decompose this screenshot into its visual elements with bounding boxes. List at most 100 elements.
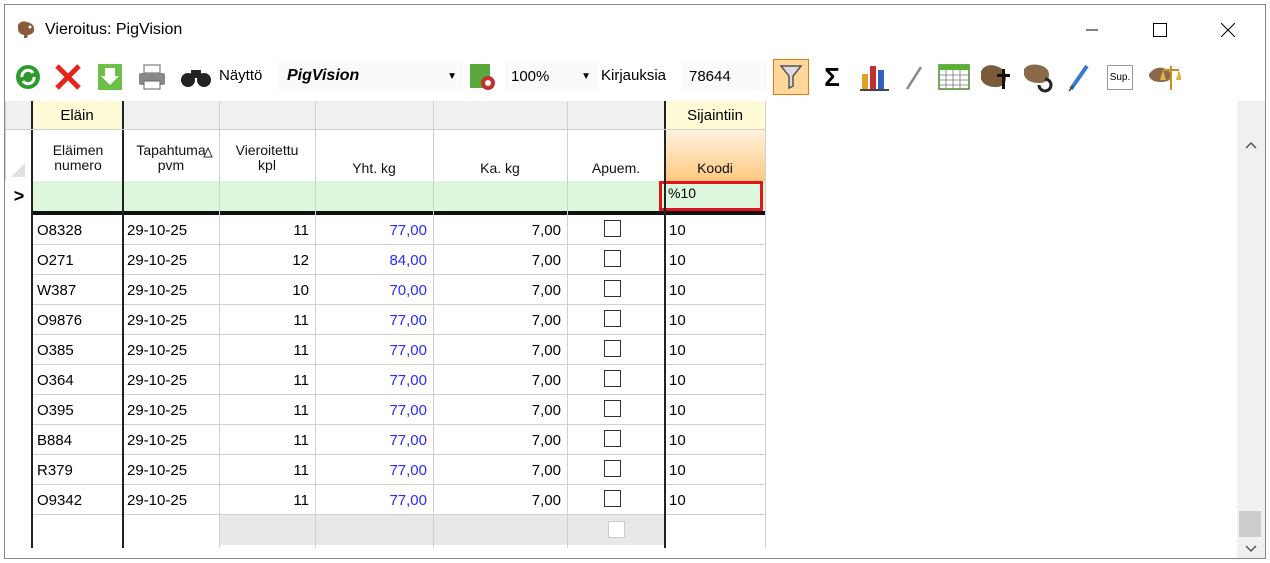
- cell-kpl[interactable]: 11: [219, 305, 315, 335]
- cell-koodi[interactable]: 10: [665, 275, 765, 305]
- filter-cell-yht[interactable]: [315, 181, 433, 211]
- apuem-checkbox[interactable]: [604, 220, 621, 237]
- cell-kpl[interactable]: 11: [219, 215, 315, 245]
- cell-yht-kg[interactable]: 77,00: [315, 365, 433, 395]
- cell-yht-kg[interactable]: 77,00: [315, 335, 433, 365]
- cell-ka-kg[interactable]: 7,00: [433, 485, 567, 515]
- cell-yht-kg[interactable]: 77,00: [315, 455, 433, 485]
- apuem-checkbox[interactable]: [604, 400, 621, 417]
- cell-kpl[interactable]: 10: [219, 275, 315, 305]
- scrollbar-thumb[interactable]: [1239, 511, 1261, 537]
- minimize-button[interactable]: [1068, 5, 1116, 55]
- cell-ka-kg[interactable]: 7,00: [433, 335, 567, 365]
- cell-pvm[interactable]: 29-10-25: [123, 395, 219, 425]
- maximize-button[interactable]: [1136, 5, 1184, 55]
- cell-koodi[interactable]: 10: [665, 335, 765, 365]
- binoculars-button[interactable]: [177, 59, 215, 95]
- cell-koodi[interactable]: 10: [665, 485, 765, 515]
- cell-numero[interactable]: O9876: [33, 305, 123, 335]
- cell-ka-kg[interactable]: 7,00: [433, 275, 567, 305]
- cell-numero[interactable]: O395: [33, 395, 123, 425]
- cell-pvm[interactable]: 29-10-25: [123, 305, 219, 335]
- cell-koodi[interactable]: 10: [665, 425, 765, 455]
- tools-button[interactable]: [901, 59, 929, 95]
- cell-kpl[interactable]: 11: [219, 425, 315, 455]
- cell-pvm[interactable]: 29-10-25: [123, 455, 219, 485]
- cell-numero[interactable]: W387: [33, 275, 123, 305]
- cell-yht-kg[interactable]: 77,00: [315, 395, 433, 425]
- pig-add-button[interactable]: [977, 59, 1015, 95]
- cell-pvm[interactable]: 29-10-25: [123, 335, 219, 365]
- cell-numero[interactable]: O385: [33, 335, 123, 365]
- cell-pvm[interactable]: 29-10-25: [123, 365, 219, 395]
- filter-cell-ka[interactable]: [433, 181, 567, 211]
- cell-koodi[interactable]: 10: [665, 395, 765, 425]
- cell-kpl[interactable]: 11: [219, 395, 315, 425]
- cell-pvm[interactable]: 29-10-25: [123, 485, 219, 515]
- filter-cell-pvm[interactable]: [123, 181, 219, 211]
- filter-cell-kpl[interactable]: [219, 181, 315, 211]
- pig-refresh-button[interactable]: [1019, 59, 1059, 95]
- column-header-koodi[interactable]: Koodi: [665, 161, 765, 176]
- cell-kpl[interactable]: 11: [219, 455, 315, 485]
- cell-yht-kg[interactable]: 77,00: [315, 215, 433, 245]
- calendar-button[interactable]: [935, 59, 973, 95]
- column-header-vieroitettu-kpl[interactable]: Vieroitettu kpl: [219, 143, 315, 173]
- cell-numero[interactable]: O364: [33, 365, 123, 395]
- cell-yht-kg[interactable]: 77,00: [315, 425, 433, 455]
- weigh-button[interactable]: [1143, 59, 1183, 95]
- delete-button[interactable]: [51, 59, 85, 95]
- cell-ka-kg[interactable]: 7,00: [433, 395, 567, 425]
- apuem-checkbox[interactable]: [604, 370, 621, 387]
- apuem-checkbox[interactable]: [604, 460, 621, 477]
- cell-kpl[interactable]: 11: [219, 485, 315, 515]
- cell-ka-kg[interactable]: 7,00: [433, 305, 567, 335]
- close-button[interactable]: [1204, 5, 1252, 55]
- vertical-scrollbar[interactable]: [1237, 101, 1265, 558]
- column-header-apuem[interactable]: Apuem.: [567, 161, 665, 176]
- cell-koodi[interactable]: 10: [665, 365, 765, 395]
- save-button[interactable]: [93, 59, 127, 95]
- view-settings-button[interactable]: [463, 59, 501, 95]
- cell-koodi[interactable]: 10: [665, 455, 765, 485]
- print-button[interactable]: [135, 59, 169, 95]
- column-header-tapahtuma-pvm[interactable]: Tapahtuma pvm: [123, 143, 219, 173]
- cell-koodi[interactable]: 10: [665, 245, 765, 275]
- empty-row-checkbox[interactable]: [608, 521, 625, 538]
- apuem-checkbox[interactable]: [604, 310, 621, 327]
- chart-button[interactable]: [857, 59, 893, 95]
- cell-numero[interactable]: O9342: [33, 485, 123, 515]
- zoom-select[interactable]: 100% ▼: [505, 61, 597, 91]
- filter-button[interactable]: [773, 59, 809, 95]
- filter-cell-numero[interactable]: [33, 181, 123, 211]
- filter-cell-apuem[interactable]: [567, 181, 665, 211]
- cell-pvm[interactable]: 29-10-25: [123, 215, 219, 245]
- cell-koodi[interactable]: 10: [665, 215, 765, 245]
- cell-ka-kg[interactable]: 7,00: [433, 365, 567, 395]
- column-header-yht-kg[interactable]: Yht. kg: [315, 161, 433, 176]
- cell-yht-kg[interactable]: 77,00: [315, 305, 433, 335]
- cell-numero[interactable]: O8328: [33, 215, 123, 245]
- cell-pvm[interactable]: 29-10-25: [123, 245, 219, 275]
- cell-ka-kg[interactable]: 7,00: [433, 215, 567, 245]
- column-header-elaimen-numero[interactable]: Eläimen numero: [33, 143, 123, 173]
- apuem-checkbox[interactable]: [604, 250, 621, 267]
- cell-ka-kg[interactable]: 7,00: [433, 455, 567, 485]
- column-header-ka-kg[interactable]: Ka. kg: [433, 161, 567, 176]
- cell-numero[interactable]: O271: [33, 245, 123, 275]
- cell-pvm[interactable]: 29-10-25: [123, 425, 219, 455]
- cell-pvm[interactable]: 29-10-25: [123, 275, 219, 305]
- sum-button[interactable]: Σ: [817, 59, 847, 95]
- scroll-down-icon[interactable]: [1245, 545, 1257, 553]
- filter-input-koodi[interactable]: %10: [659, 181, 763, 211]
- apuem-checkbox[interactable]: [604, 340, 621, 357]
- refresh-button[interactable]: [11, 59, 45, 95]
- cell-yht-kg[interactable]: 77,00: [315, 485, 433, 515]
- cell-kpl[interactable]: 11: [219, 335, 315, 365]
- cell-ka-kg[interactable]: 7,00: [433, 425, 567, 455]
- cell-yht-kg[interactable]: 84,00: [315, 245, 433, 275]
- apuem-checkbox[interactable]: [604, 430, 621, 447]
- cell-numero[interactable]: B884: [33, 425, 123, 455]
- sup-button[interactable]: Sup.: [1103, 59, 1137, 95]
- scroll-up-icon[interactable]: [1245, 141, 1257, 149]
